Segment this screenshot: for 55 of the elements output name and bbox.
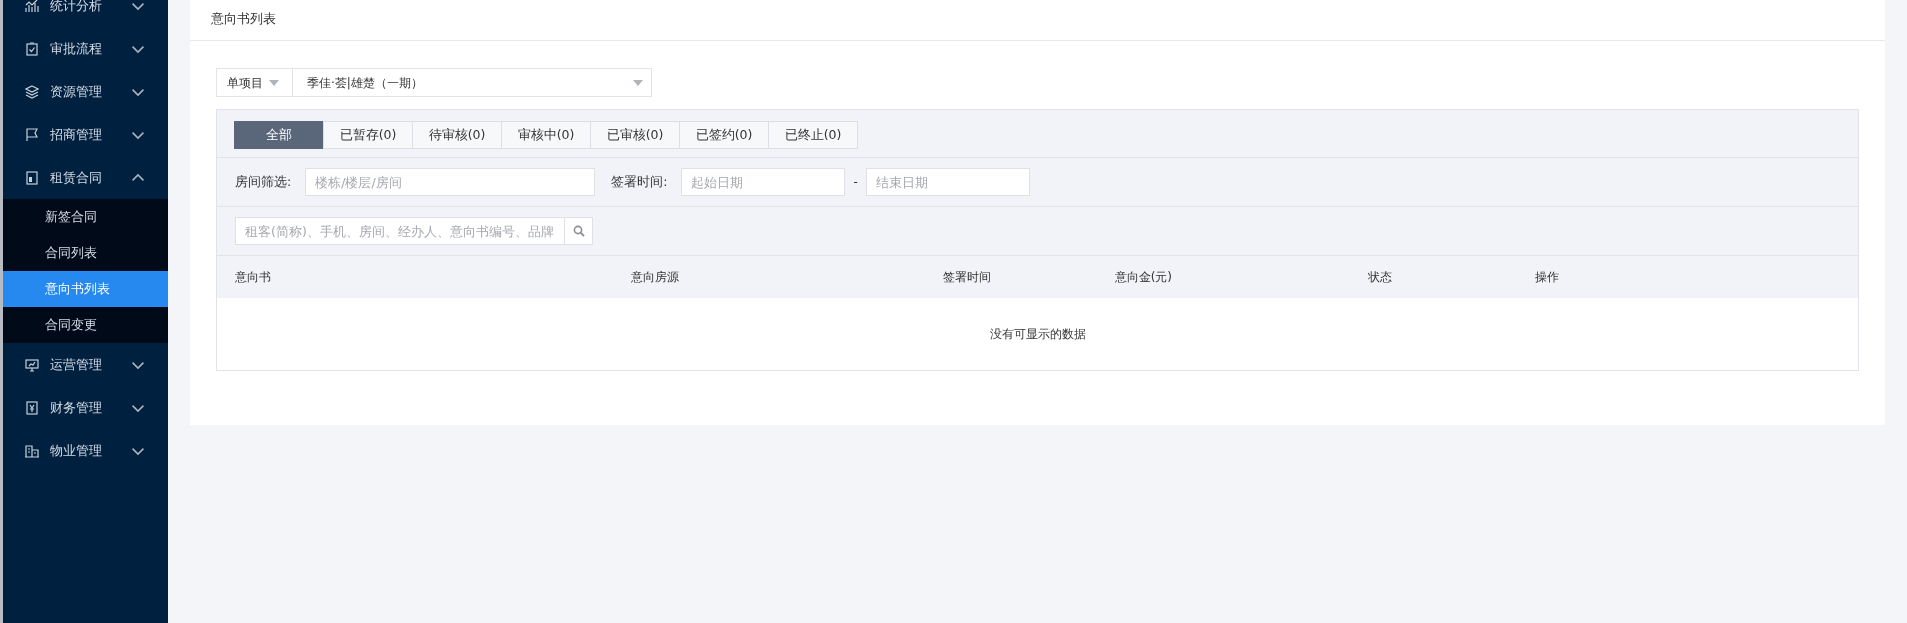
menu-label: 财务管理: [50, 398, 103, 417]
flag-icon: [25, 127, 39, 142]
search-icon: [572, 225, 585, 237]
filter-label: 签署时间:: [611, 172, 668, 191]
range-separator: -: [853, 174, 858, 191]
status-tab[interactable]: 已签约(0): [679, 121, 769, 149]
status-tab[interactable]: 已终止(0): [768, 121, 858, 149]
sidebar-menu-item[interactable]: 招商管理: [3, 113, 168, 156]
status-tab[interactable]: 待审核(0): [412, 121, 502, 149]
filter-label: 房间筛选:: [235, 172, 292, 191]
menu-label: 资源管理: [50, 82, 103, 101]
search-field[interactable]: 租客(简称)、手机、房间、经办人、意向书编号、品牌: [235, 217, 565, 245]
submenu-item[interactable]: 意向书列表: [3, 271, 168, 307]
status-tab[interactable]: 审核中(0): [501, 121, 591, 149]
start-date-field[interactable]: 起始日期: [681, 168, 846, 196]
status-tab[interactable]: 全部: [234, 121, 324, 149]
dropdown-caret-icon: [633, 79, 643, 86]
submenu-item[interactable]: 合同变更: [3, 307, 168, 343]
sidebar-menu-item[interactable]: 资源管理: [3, 70, 168, 113]
column-header: 操作: [1535, 269, 1559, 286]
dropdown-caret-icon: [269, 79, 279, 86]
sidebar-menu-item[interactable]: 审批流程: [3, 27, 168, 70]
submenu-item[interactable]: 合同列表: [3, 235, 168, 271]
column-header: 意向书: [235, 269, 272, 286]
menu-label: 物业管理: [50, 441, 103, 460]
column-header: 状态: [1367, 269, 1393, 286]
empty-message: 没有可显示的数据: [217, 298, 1858, 370]
clipboard-icon: [25, 41, 39, 56]
project-selector[interactable]: 单项目 季佳·荟|雄楚（一期）: [216, 68, 652, 97]
sidebar-menu-item[interactable]: 运营管理: [3, 343, 168, 386]
page-title: 意向书列表: [190, 0, 1885, 41]
menu-label: 运营管理: [50, 355, 103, 374]
column-header: 签署时间: [942, 269, 992, 286]
layers-icon: [25, 84, 39, 99]
menu-label: 审批流程: [50, 39, 103, 58]
monitor-icon: [25, 357, 39, 372]
book-icon: [25, 170, 39, 185]
project-dropdown[interactable]: 季佳·荟|雄楚（一期）: [307, 73, 423, 92]
sidebar-menu-item[interactable]: 财务管理: [3, 386, 168, 429]
scope-dropdown[interactable]: 单项目: [227, 73, 263, 92]
status-tab[interactable]: 已审核(0): [590, 121, 680, 149]
sidebar-menu-item[interactable]: 物业管理: [3, 429, 168, 472]
search-button[interactable]: [565, 217, 593, 245]
column-header: 意向金(元): [1114, 269, 1173, 286]
menu-label: 租赁合同: [50, 168, 103, 187]
sidebar-menu-item[interactable]: 租赁合同: [3, 156, 168, 199]
menu-label: 招商管理: [50, 125, 103, 144]
money-icon: [25, 400, 39, 415]
status-tab[interactable]: 已暂存(0): [323, 121, 413, 149]
end-date-field[interactable]: 结束日期: [865, 168, 1030, 196]
chart-icon: [25, 0, 39, 13]
column-header: 意向房源: [631, 269, 680, 286]
submenu-item[interactable]: 新签合同: [3, 199, 168, 235]
building-icon: [25, 443, 39, 458]
room-input-field[interactable]: 楼栋/楼层/房间: [305, 168, 596, 196]
